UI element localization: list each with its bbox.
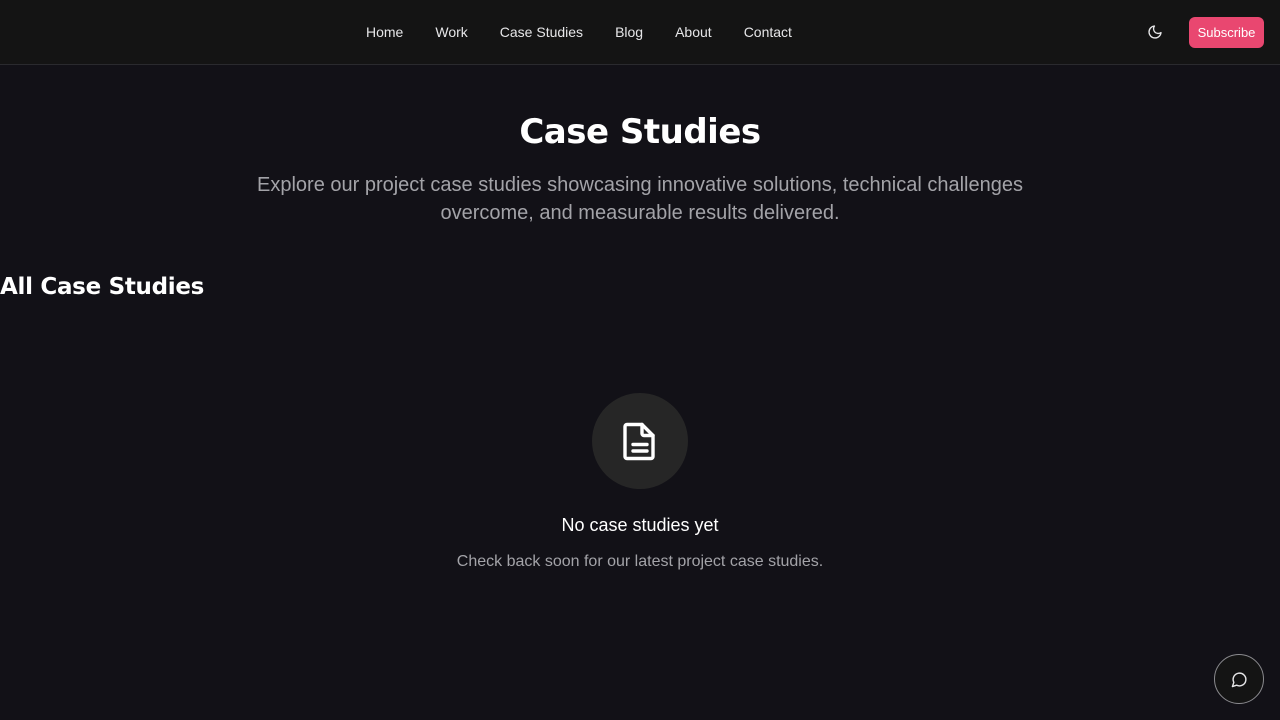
moon-icon <box>1148 25 1162 39</box>
chat-button[interactable] <box>1214 654 1264 704</box>
top-navbar: Home Work Case Studies Blog About Contac… <box>0 0 1280 65</box>
nav-link-case-studies[interactable]: Case Studies <box>484 16 599 48</box>
chat-bubble-icon <box>1231 671 1247 687</box>
empty-state-title: No case studies yet <box>561 515 719 535</box>
section-title: All Case Studies <box>0 274 205 300</box>
main-nav: Home Work Case Studies Blog About Contac… <box>350 0 808 64</box>
nav-link-contact[interactable]: Contact <box>728 16 808 48</box>
empty-state-icon-circle <box>592 393 688 489</box>
page-title: Case Studies <box>519 112 761 152</box>
theme-toggle-button[interactable] <box>1141 18 1169 46</box>
empty-state-description: Check back soon for our latest project c… <box>456 553 824 570</box>
document-icon <box>623 422 655 461</box>
subscribe-button[interactable]: Subscribe <box>1189 17 1264 48</box>
nav-link-blog[interactable]: Blog <box>599 16 659 48</box>
nav-link-work[interactable]: Work <box>419 16 483 48</box>
nav-link-about[interactable]: About <box>659 16 728 48</box>
nav-link-home[interactable]: Home <box>350 16 419 48</box>
page-subtitle: Explore our project case studies showcas… <box>257 174 1023 224</box>
